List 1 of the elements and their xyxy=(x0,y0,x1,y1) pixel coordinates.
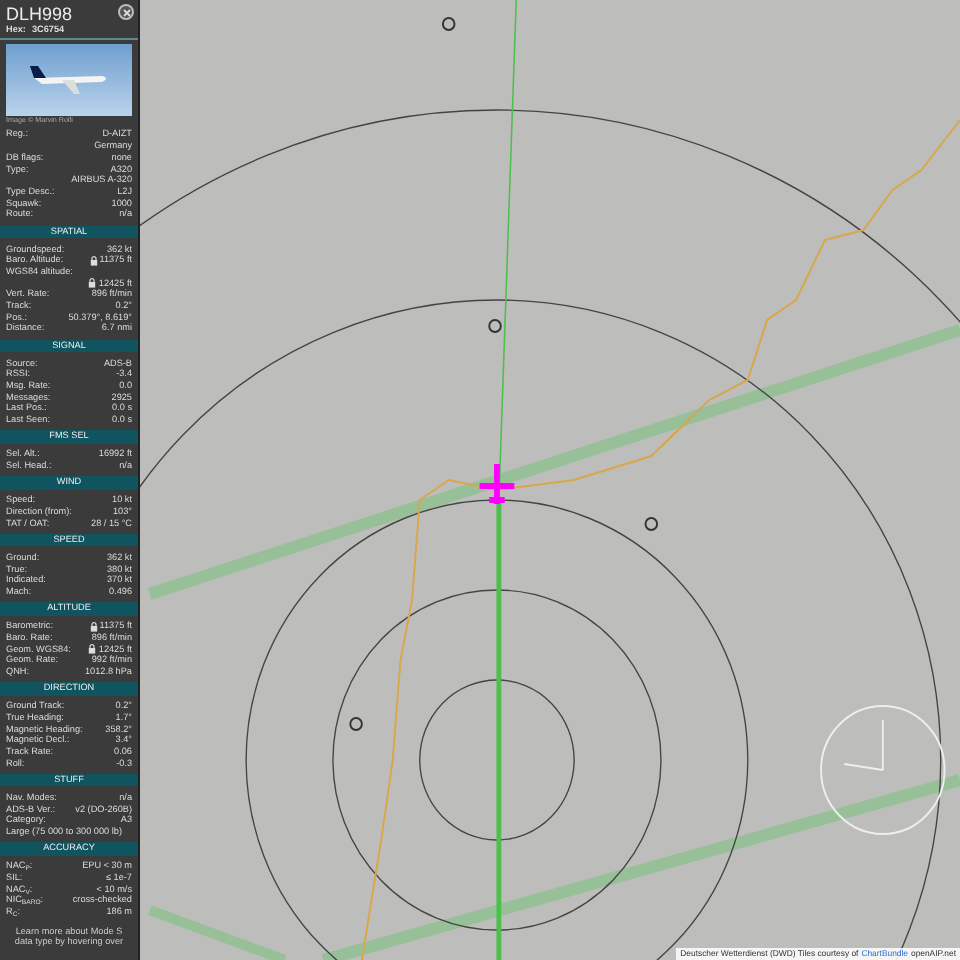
callsign: DLH998 xyxy=(6,4,73,24)
